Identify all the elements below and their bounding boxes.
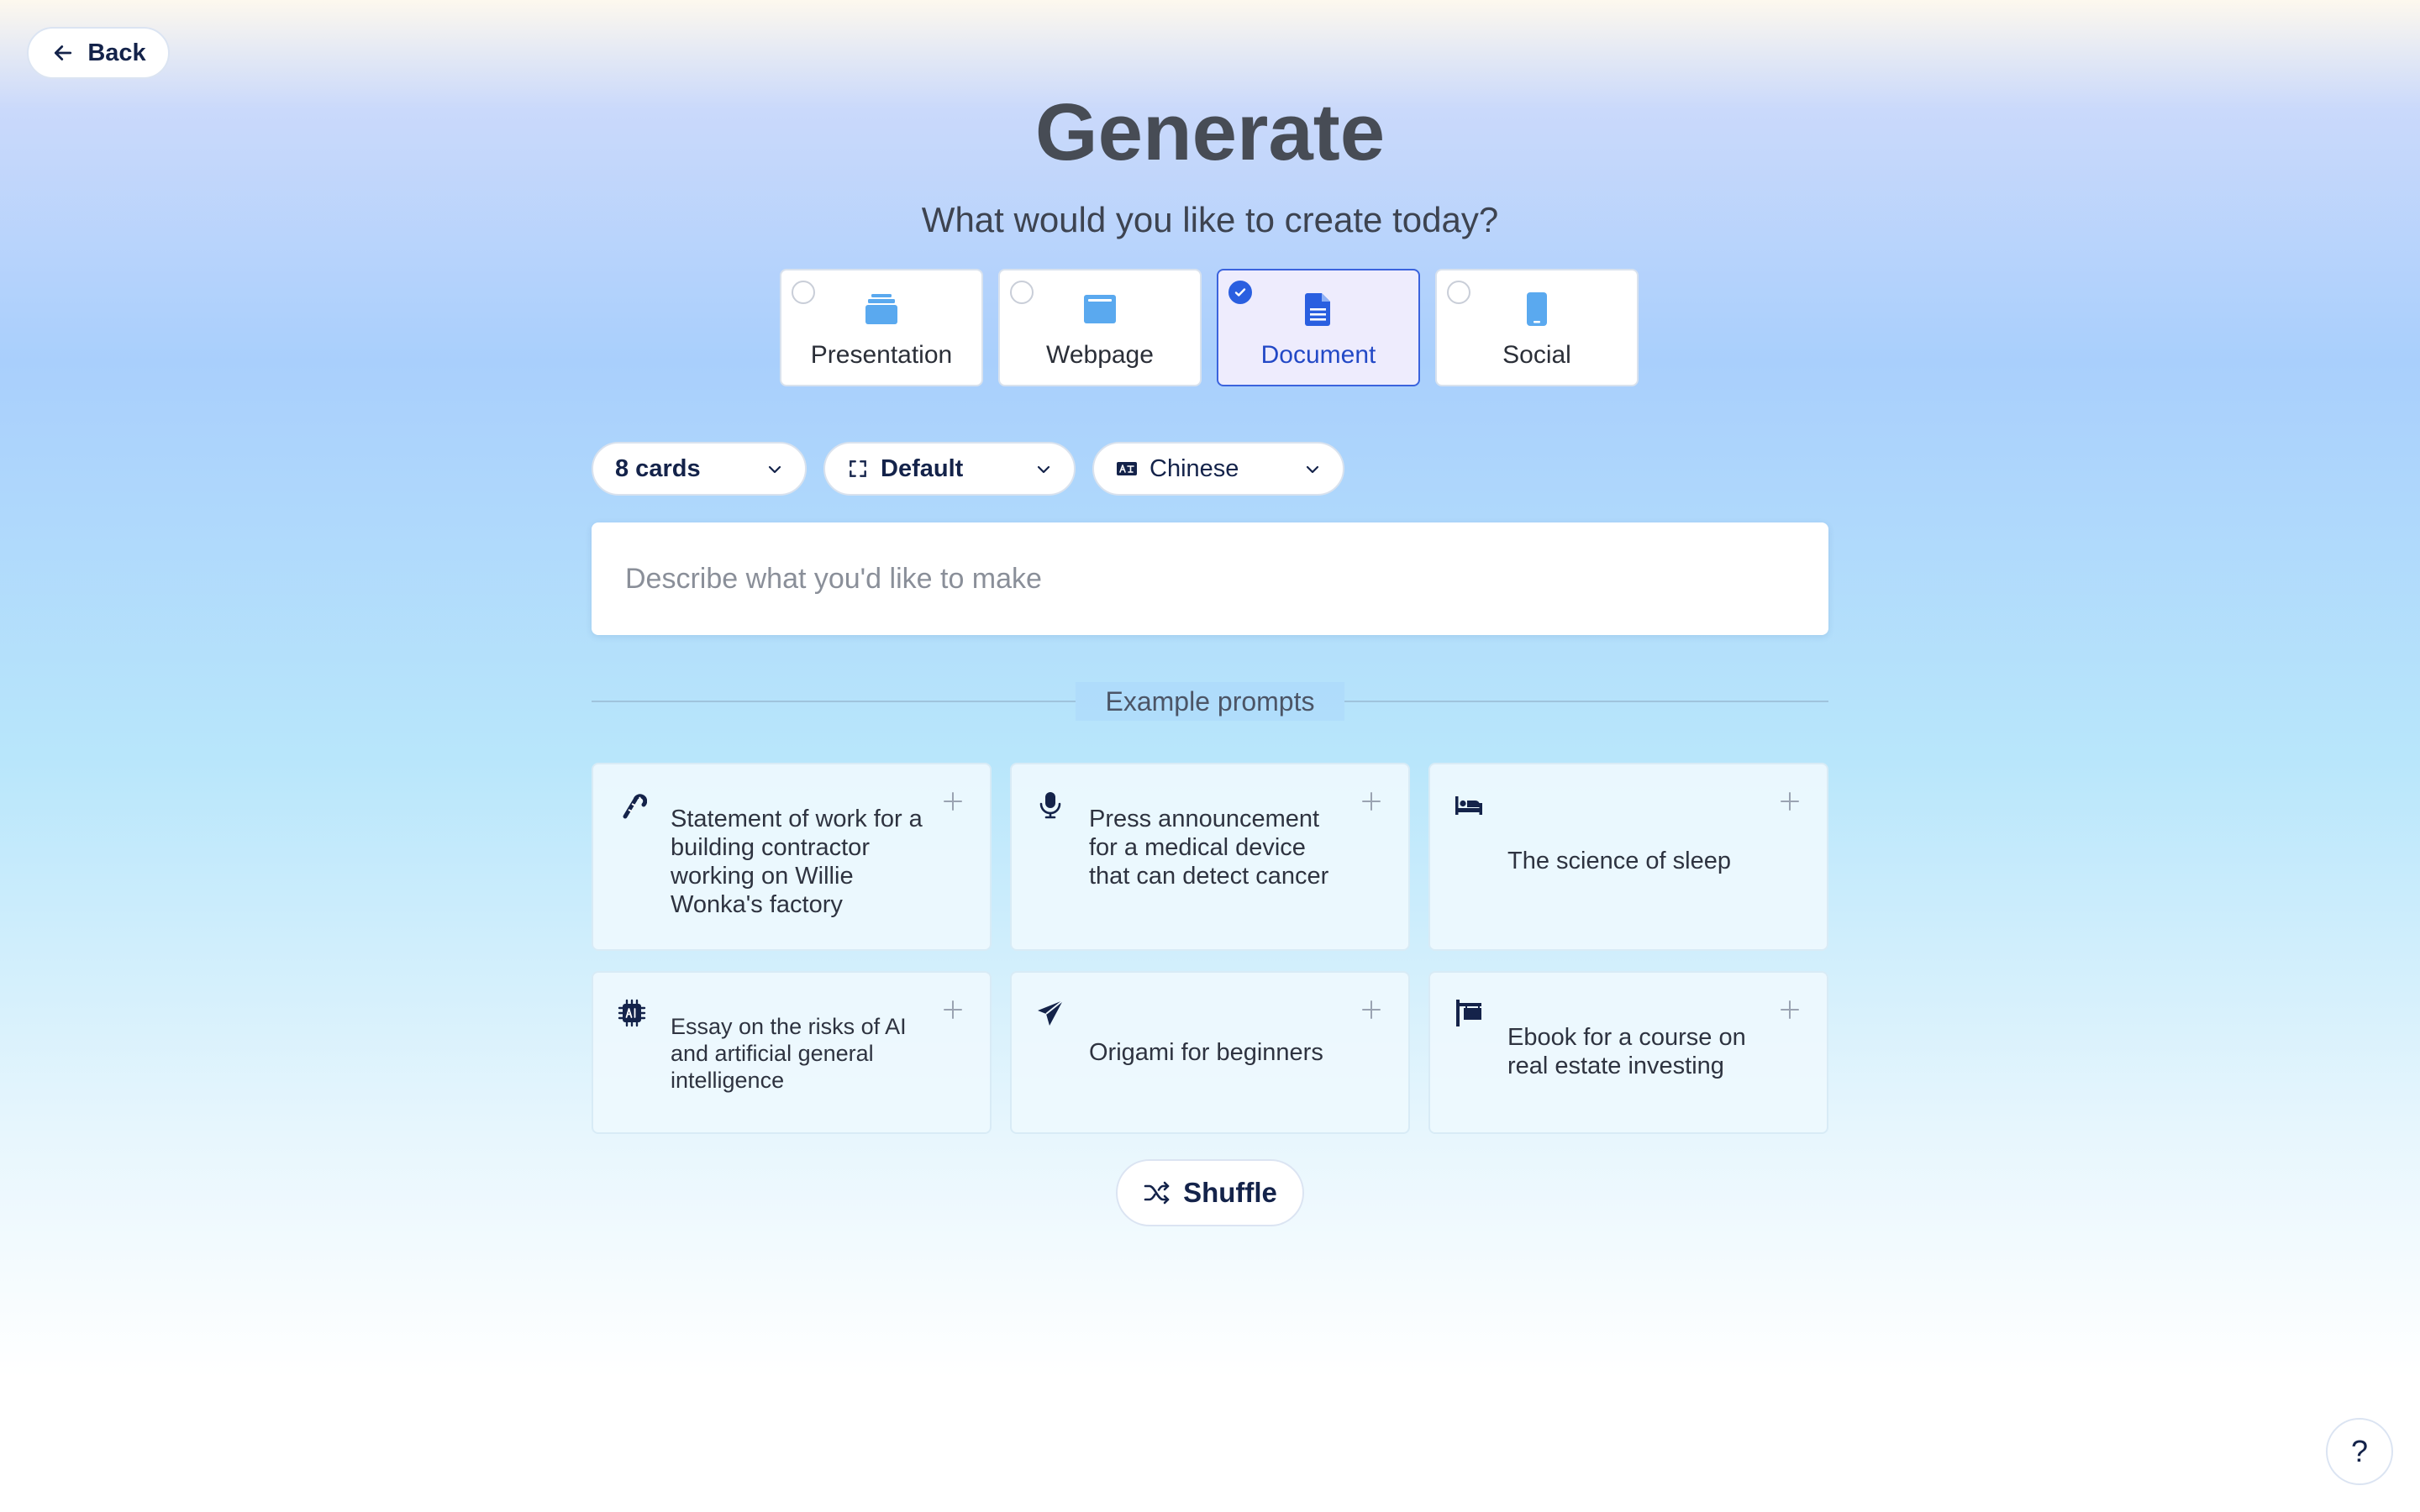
ai-chip-icon: [618, 999, 646, 1027]
example-prompt-card[interactable]: The science of sleep: [1428, 763, 1828, 951]
chevron-down-icon: [1037, 465, 1050, 474]
content-type-selector: Presentation Webpage Document Social: [780, 269, 1639, 386]
check-icon: [1234, 288, 1246, 297]
add-icon[interactable]: [1778, 790, 1802, 813]
chevron-down-icon: [768, 465, 781, 474]
back-button[interactable]: Back: [27, 27, 170, 79]
example-prompt-card[interactable]: Essay on the risks of AI and artificial …: [592, 971, 992, 1134]
type-label: Presentation: [810, 341, 953, 369]
example-prompt-text: Essay on the risks of AI and artificial …: [671, 1014, 907, 1093]
type-card-document[interactable]: Document: [1217, 269, 1420, 386]
language-dropdown[interactable]: Chinese: [1092, 442, 1344, 496]
radio-unchecked[interactable]: [1447, 281, 1470, 304]
signpost-icon: [1456, 1000, 1481, 1026]
add-icon[interactable]: [1360, 790, 1383, 813]
example-prompt-card[interactable]: Press announcement for a medical device …: [1010, 763, 1410, 951]
language-value: Chinese: [1150, 454, 1239, 482]
add-icon[interactable]: [941, 998, 965, 1021]
type-label: Webpage: [1046, 341, 1154, 369]
cards-count-value: 8 cards: [615, 454, 701, 482]
type-card-webpage[interactable]: Webpage: [998, 269, 1202, 386]
example-prompt-text: Statement of work for a building contrac…: [671, 806, 923, 918]
example-prompt-card[interactable]: Ebook for a course on real estate invest…: [1428, 971, 1828, 1134]
browser-window-icon: [1084, 295, 1116, 323]
shuffle-button[interactable]: Shuffle: [1116, 1159, 1304, 1226]
page-subtitle: What would you like to create today?: [921, 200, 1499, 239]
format-value: Default: [881, 454, 964, 482]
candy-cane-icon: [623, 794, 647, 819]
add-icon[interactable]: [1778, 998, 1802, 1021]
examples-heading: Example prompts: [1076, 682, 1344, 721]
type-card-social[interactable]: Social: [1435, 269, 1639, 386]
radio-unchecked[interactable]: [1010, 281, 1034, 304]
example-prompt-text: Ebook for a course on real estate invest…: [1507, 1024, 1746, 1079]
page-title: Generate: [1034, 87, 1386, 177]
phone-icon: [1527, 292, 1547, 326]
add-icon[interactable]: [941, 790, 965, 813]
shuffle-icon: [1144, 1181, 1170, 1205]
shuffle-label: Shuffle: [1183, 1177, 1277, 1208]
radio-checked[interactable]: [1228, 281, 1252, 304]
example-prompt-text: Origami for beginners: [1089, 1039, 1323, 1066]
cards-count-dropdown[interactable]: 8 cards: [592, 442, 807, 496]
chevron-down-icon: [1306, 465, 1319, 474]
paper-plane-icon: [1038, 1000, 1064, 1026]
arrow-left-icon: [55, 45, 72, 60]
add-icon[interactable]: [1360, 998, 1383, 1021]
generation-options: 8 cards Default Chinese: [592, 442, 1344, 496]
example-prompt-card[interactable]: Origami for beginners: [1010, 971, 1410, 1134]
type-label: Document: [1260, 341, 1376, 369]
example-prompt-text: Press announcement for a medical device …: [1089, 806, 1329, 890]
bed-icon: [1455, 796, 1482, 815]
expand-icon: [850, 460, 866, 477]
back-label: Back: [87, 39, 146, 66]
example-prompt-card[interactable]: Statement of work for a building contrac…: [592, 763, 992, 951]
type-card-presentation[interactable]: Presentation: [780, 269, 983, 386]
help-button[interactable]: ?: [2326, 1418, 2393, 1485]
example-prompt-text: The science of sleep: [1507, 848, 1731, 874]
language-icon: [1117, 462, 1137, 475]
format-dropdown[interactable]: Default: [823, 442, 1076, 496]
radio-unchecked[interactable]: [792, 281, 815, 304]
microphone-icon: [1039, 792, 1061, 819]
help-label: ?: [2350, 1434, 2369, 1468]
type-label: Social: [1502, 341, 1571, 369]
prompt-input[interactable]: [592, 522, 1828, 635]
stack-icon: [865, 294, 897, 324]
document-icon: [1305, 293, 1330, 326]
